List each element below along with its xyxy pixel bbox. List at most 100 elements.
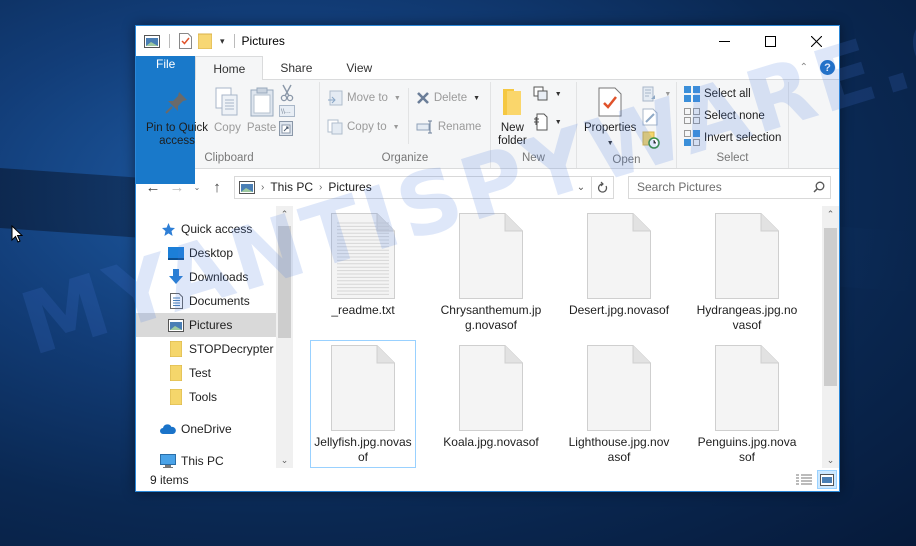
file-name: Lighthouse.jpg.novasof xyxy=(568,435,670,464)
sidebar-item-tools[interactable]: Tools xyxy=(136,385,293,409)
scroll-up-icon[interactable]: ⌃ xyxy=(276,206,293,223)
close-icon xyxy=(810,35,822,47)
copy-label: Copy xyxy=(214,122,241,134)
help-icon[interactable]: ? xyxy=(820,60,835,75)
easy-access-icon xyxy=(533,113,548,131)
select-all-button[interactable]: Select all xyxy=(681,84,784,104)
breadcrumb: › This PC › Pictures xyxy=(235,180,571,194)
sidebar-item-label: Pictures xyxy=(189,318,233,332)
sidebar-item-quick-access[interactable]: Quick access xyxy=(136,217,293,241)
select-buttons: Select all Select none Invert selection xyxy=(681,82,784,148)
sidebar-item-stopdecrypter[interactable]: STOPDecrypter xyxy=(136,337,293,361)
tab-share[interactable]: Share xyxy=(263,56,329,79)
close-button[interactable] xyxy=(793,26,839,56)
new-item-button[interactable]: ▼ xyxy=(530,84,565,104)
sidebar-item-onedrive[interactable]: OneDrive xyxy=(136,417,293,441)
file-item[interactable]: Koala.jpg.novasof xyxy=(438,340,544,468)
select-none-button[interactable]: Select none xyxy=(681,106,784,126)
file-item[interactable]: Desert.jpg.novasof xyxy=(566,208,672,336)
file-item[interactable]: Lighthouse.jpg.novasof xyxy=(566,340,672,468)
scrollbar-thumb[interactable] xyxy=(278,226,291,338)
file-item[interactable]: Chrysanthemum.jpg.novasof xyxy=(438,208,544,336)
collapse-ribbon-chevron-icon[interactable]: ⌃ xyxy=(800,62,808,73)
blank-file-icon xyxy=(331,345,395,431)
file-name: Hydrangeas.jpg.novasof xyxy=(696,303,798,332)
navigation-pane-scrollbar[interactable]: ⌃ ⌄ xyxy=(276,206,293,469)
paste-shortcut-icon[interactable] xyxy=(279,120,294,136)
minimize-button[interactable] xyxy=(701,26,747,56)
new-group: New folder ▼ ▼ New xyxy=(491,82,577,168)
file-item[interactable]: Jellyfish.jpg.novasof xyxy=(310,340,416,468)
organize-group: Move to ▼ Copy to ▼ Delete ▼ Rename Orga… xyxy=(320,82,491,168)
pictures-location-icon xyxy=(239,180,255,194)
sidebar-item-downloads[interactable]: Downloads xyxy=(136,265,293,289)
file-item[interactable]: Penguins.jpg.novasof xyxy=(694,340,800,468)
desktop-icon xyxy=(168,246,184,260)
properties-button[interactable]: Properties ▼ xyxy=(581,82,639,152)
folder-icon xyxy=(170,365,182,381)
organize-col-2: Delete ▼ Rename xyxy=(413,82,484,137)
sidebar-item-test[interactable]: Test xyxy=(136,361,293,385)
file-item[interactable]: Hydrangeas.jpg.novasof xyxy=(694,208,800,336)
customize-toolbar-dropdown[interactable]: ▾ xyxy=(220,36,225,47)
pin-to-quick-access-button[interactable]: Pin to Quick access xyxy=(143,82,211,150)
invert-selection-button[interactable]: Invert selection xyxy=(681,128,784,148)
file-name: Chrysanthemum.jpg.novasof xyxy=(440,303,542,332)
easy-access-button[interactable]: ▼ xyxy=(530,112,565,132)
open-group-body: Properties ▼ ▼ xyxy=(581,82,672,152)
view-switcher xyxy=(794,470,839,489)
maximize-button[interactable] xyxy=(747,26,793,56)
ribbon-tab-bar: File Home Share View ⌃ ? xyxy=(136,56,839,184)
clipboard-small-buttons: \\... xyxy=(279,82,296,136)
up-arrow-icon: ↑ xyxy=(213,178,221,196)
status-bar: 9 items xyxy=(136,468,839,491)
refresh-icon xyxy=(597,181,608,193)
maximize-icon xyxy=(764,35,776,47)
tab-view[interactable]: View xyxy=(329,56,389,79)
scroll-down-icon[interactable]: ⌄ xyxy=(276,452,293,469)
tab-home[interactable]: Home xyxy=(195,56,264,80)
cut-icon[interactable] xyxy=(279,84,295,102)
refresh-button[interactable] xyxy=(591,176,613,198)
scrollbar-thumb[interactable] xyxy=(824,228,837,386)
copy-button[interactable]: Copy xyxy=(211,82,244,137)
copy-to-button[interactable]: Copy to ▼ xyxy=(324,117,404,137)
scroll-down-icon[interactable]: ⌄ xyxy=(822,452,839,469)
up-button[interactable]: ↑ xyxy=(208,177,226,197)
copy-path-icon[interactable]: \\... xyxy=(279,105,296,117)
history-button[interactable] xyxy=(639,130,674,150)
select-group: Select all Select none Invert selection … xyxy=(677,82,789,168)
sidebar-item-pictures[interactable]: Pictures xyxy=(136,313,293,337)
edit-button[interactable] xyxy=(639,107,674,127)
open-button[interactable]: ▼ xyxy=(639,84,674,104)
properties-dropdown-icon[interactable]: ▼ xyxy=(607,137,614,150)
address-history-dropdown[interactable]: ⌄ xyxy=(571,182,591,193)
sidebar-item-documents[interactable]: Documents xyxy=(136,289,293,313)
cloud-icon xyxy=(160,423,176,434)
move-to-button[interactable]: Move to ▼ xyxy=(324,88,404,108)
open-small-buttons: ▼ xyxy=(639,82,674,150)
star-icon xyxy=(161,222,175,236)
file-explorer-window: ▾ Pictures File Home Share View ⌃ ? Pin … xyxy=(135,25,840,492)
paste-button[interactable]: Paste xyxy=(244,82,279,137)
search-icon[interactable] xyxy=(808,181,830,193)
new-folder-quick-icon[interactable] xyxy=(198,33,212,49)
delete-button[interactable]: Delete ▼ xyxy=(413,88,484,108)
rename-button[interactable]: Rename xyxy=(413,117,484,137)
breadcrumb-chevron-icon[interactable]: › xyxy=(319,182,322,193)
scroll-up-icon[interactable]: ⌃ xyxy=(822,206,839,223)
details-view-button[interactable] xyxy=(794,470,814,489)
file-list-scrollbar[interactable]: ⌃ ⌄ xyxy=(822,206,839,469)
sidebar-item-desktop[interactable]: Desktop xyxy=(136,241,293,265)
breadcrumb-chevron-icon[interactable]: › xyxy=(261,182,264,193)
address-bar[interactable]: › This PC › Pictures ⌄ xyxy=(234,175,614,199)
breadcrumb-this-pc[interactable]: This PC xyxy=(270,180,313,194)
large-icons-view-button[interactable] xyxy=(817,470,837,489)
copy-to-label: Copy to xyxy=(347,121,387,133)
breadcrumb-pictures[interactable]: Pictures xyxy=(328,180,371,194)
new-folder-button[interactable]: New folder xyxy=(495,82,530,150)
search-input[interactable] xyxy=(629,180,808,194)
properties-quick-icon[interactable] xyxy=(179,33,192,49)
item-count: 9 items xyxy=(150,472,189,487)
file-item[interactable]: _readme.txt xyxy=(310,208,416,336)
